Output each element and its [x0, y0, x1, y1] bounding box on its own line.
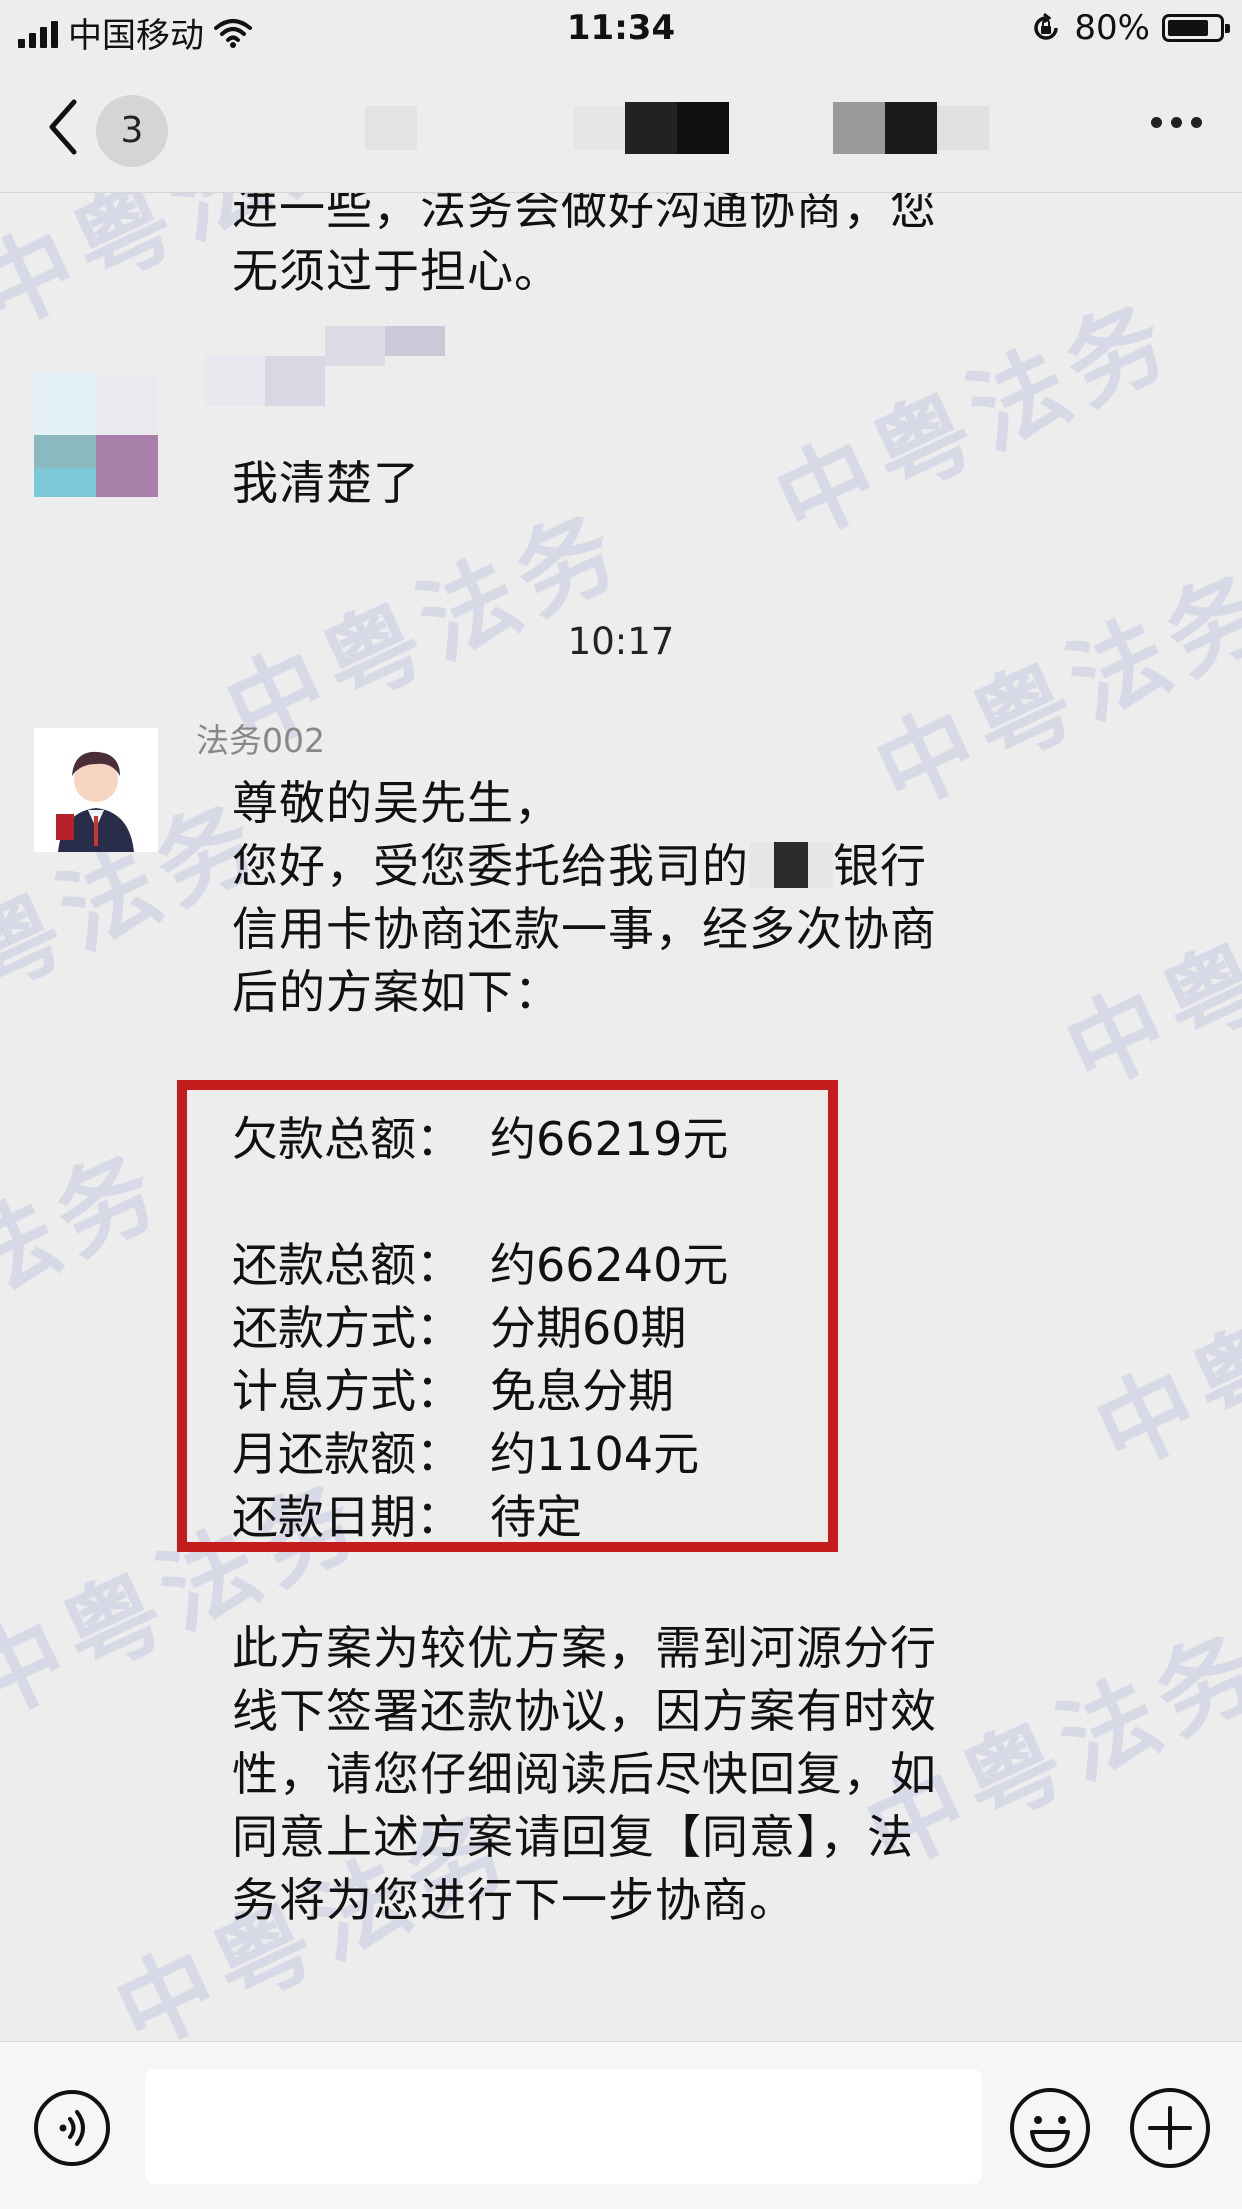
plan-row: 还款日期： 待定 — [232, 1486, 728, 1549]
plan-label: 还款总额： — [232, 1238, 462, 1292]
watermark: 中粤法务 — [1079, 1209, 1242, 1491]
message-text: 我清楚了 — [232, 456, 420, 510]
message-greeting: 尊敬的吴先生， 您好，受您委托给我司的 — [232, 776, 749, 893]
more-button[interactable] — [1151, 117, 1202, 128]
plan-row: 还款总额： 约66240元 — [232, 1234, 728, 1297]
plan-value: 约66240元 — [490, 1238, 729, 1292]
plan-row: 欠款总额： 约66219元 — [232, 1108, 728, 1171]
ellipsis-icon — [1151, 117, 1202, 128]
battery-percent: 80% — [1074, 8, 1150, 48]
chat-area[interactable]: 中粤法务 中粤法务 中粤法务 中粤法务 中粤法务 中粤法务 中粤法务 中粤法务 … — [0, 193, 1242, 2041]
emoji-icon — [1010, 2088, 1090, 2168]
voice-icon — [34, 2090, 110, 2166]
avatar[interactable] — [34, 728, 158, 852]
avatar[interactable] — [34, 373, 158, 497]
plan-list: 欠款总额： 约66219元 还款总额： 约66240元 还款方式： 分期60期 计息方… — [232, 1108, 728, 1549]
status-right: 80% — [1030, 8, 1230, 48]
rotation-lock-icon — [1034, 12, 1059, 40]
plan-label: 计息方式： — [232, 1364, 462, 1418]
message-text: 尊敬的吴先生， 您好，受您委托给我司的银行 — [232, 772, 927, 898]
timestamp: 10:17 — [567, 620, 675, 663]
sender-name-obscured — [205, 326, 495, 406]
plan-value: 分期60期 — [490, 1301, 687, 1355]
plan-row: 计息方式： 免息分期 — [232, 1360, 728, 1423]
voice-button[interactable] — [32, 2088, 112, 2168]
plan-spacer — [232, 1171, 728, 1234]
message-input[interactable] — [145, 2069, 982, 2184]
chat-title-obscured — [360, 102, 1000, 154]
plan-row: 月还款额： 约1104元 — [232, 1423, 728, 1486]
back-button[interactable] — [40, 92, 90, 162]
watermark: 中粤法务 — [759, 279, 1192, 561]
plan-value: 约66219元 — [490, 1112, 729, 1166]
bank-name-obscured — [749, 842, 833, 888]
chevron-left-icon — [49, 99, 77, 155]
battery-icon — [1162, 14, 1230, 42]
status-bar: 中国移动 11:34 80% — [0, 0, 1242, 62]
input-bar — [0, 2041, 1242, 2209]
plus-button[interactable] — [1128, 2086, 1212, 2170]
plan-label: 还款日期： — [232, 1490, 462, 1544]
plan-row: 还款方式： 分期60期 — [232, 1297, 728, 1360]
battery-level — [1168, 20, 1208, 36]
unread-count-badge[interactable]: 3 — [96, 95, 168, 167]
sender-name: 法务002 — [196, 721, 325, 760]
plan-label: 还款方式： — [232, 1301, 462, 1355]
bank-suffix: 银行 — [833, 839, 927, 893]
message-text: 此方案为较优方案，需到河源分行 线下签署还款协议，因方案有时效 性，请您仔细阅读… — [232, 1621, 937, 1927]
watermark: 中粤法务 — [1049, 829, 1242, 1111]
plan-label: 月还款额： — [232, 1427, 462, 1481]
plus-icon — [1130, 2088, 1210, 2168]
message-text: 进一些，法务会做好沟通协商，您 无须过于担心。 — [232, 193, 937, 298]
plan-value: 免息分期 — [490, 1364, 674, 1418]
plan-value: 约1104元 — [490, 1427, 700, 1481]
watermark: 中粤法务 — [0, 1129, 182, 1411]
emoji-button[interactable] — [1008, 2086, 1092, 2170]
plan-value: 待定 — [490, 1490, 582, 1544]
message-text: 信用卡协商还款一事，经多次协商 后的方案如下： — [232, 902, 937, 1019]
plan-label: 欠款总额： — [232, 1112, 462, 1166]
chat-header: 3 — [0, 62, 1242, 193]
